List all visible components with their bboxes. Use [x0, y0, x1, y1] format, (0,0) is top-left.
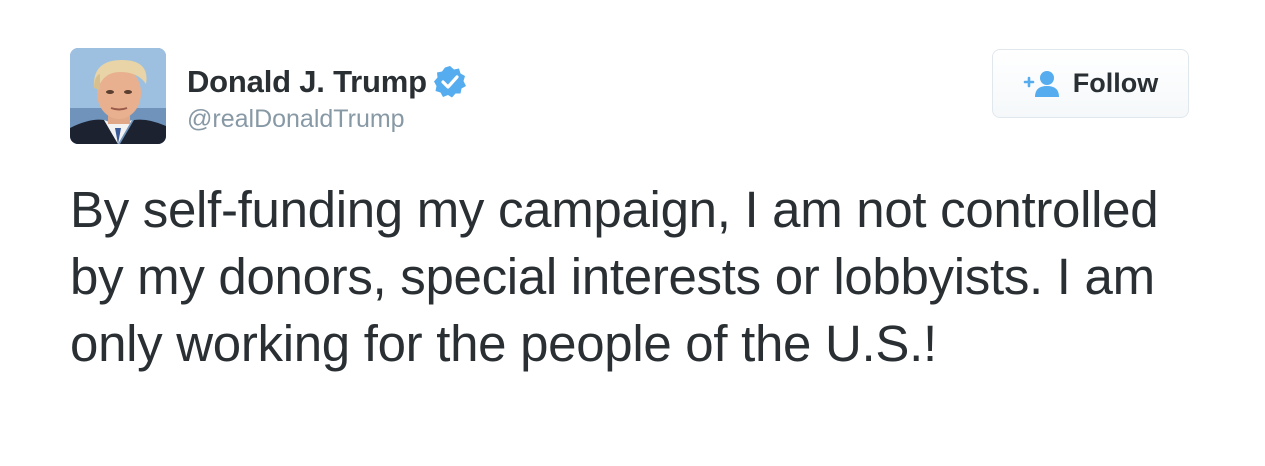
author-handle[interactable]: @realDonaldTrump	[187, 105, 405, 134]
tweet-card: Donald J. Trump @realDonaldTrump Follow …	[0, 0, 1265, 466]
follow-button[interactable]: Follow	[992, 49, 1189, 118]
follow-button-label: Follow	[1072, 68, 1159, 98]
author-avatar[interactable]	[70, 48, 166, 144]
tweet-text: By self-funding my campaign, I am not co…	[70, 181, 1159, 372]
author-display-name[interactable]: Donald J. Trump	[187, 64, 427, 100]
author-name-row[interactable]: Donald J. Trump	[187, 62, 467, 102]
profile-photo-icon	[70, 48, 166, 144]
add-user-icon	[1023, 69, 1061, 99]
verified-badge-icon	[433, 65, 467, 99]
